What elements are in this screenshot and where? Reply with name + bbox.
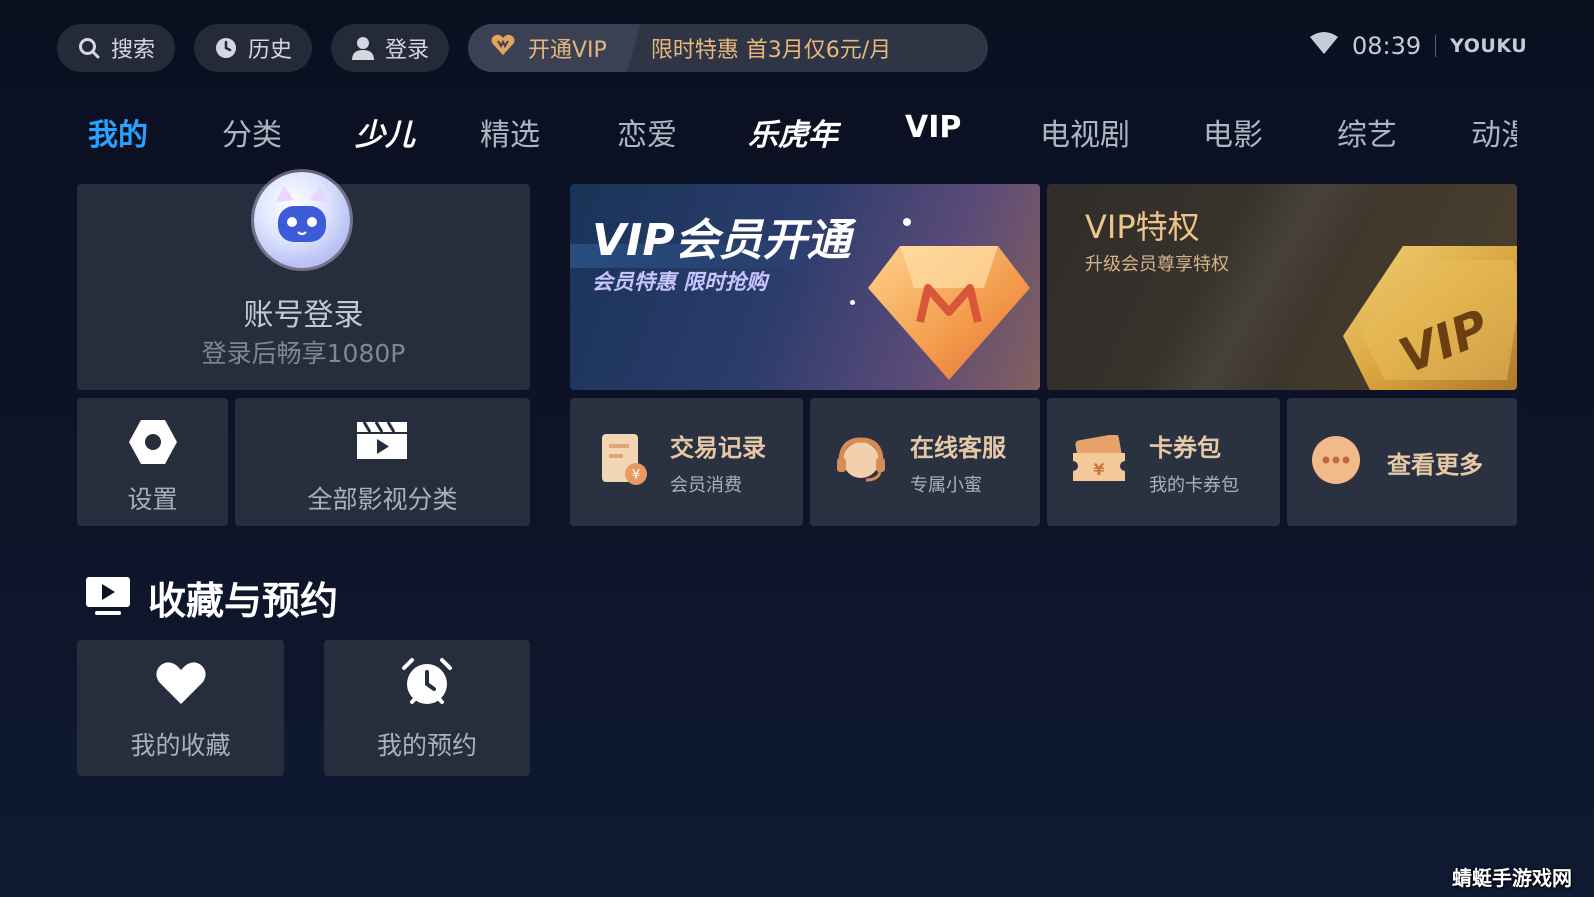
vip-open-title: VIP会员开通 bbox=[592, 215, 851, 266]
search-label: 搜索 bbox=[110, 38, 155, 63]
coupon-wallet-card[interactable]: ¥ 卡券包 我的卡券包 bbox=[1047, 398, 1280, 526]
heart-icon bbox=[155, 660, 207, 710]
history-button[interactable]: 历史 bbox=[194, 24, 312, 72]
all-categories-label: 全部影视分类 bbox=[307, 485, 458, 514]
tab-tv-series[interactable]: 电视剧 bbox=[1040, 110, 1130, 154]
view-more-card[interactable]: 查看更多 bbox=[1287, 398, 1517, 526]
login-label: 登录 bbox=[384, 38, 429, 63]
tab-vip[interactable]: VIP bbox=[905, 110, 961, 145]
brand-logo: YOUKU bbox=[1450, 35, 1528, 57]
settings-label: 设置 bbox=[127, 485, 178, 514]
vip-privilege-banner[interactable]: VIP特权 升级会员尊享特权 VIP bbox=[1047, 184, 1517, 390]
my-reservation-card[interactable]: 我的预约 bbox=[324, 640, 530, 776]
user-icon bbox=[351, 36, 375, 60]
transaction-title: 交易记录 bbox=[670, 433, 766, 462]
online-support-card[interactable]: 在线客服 专属小蜜 bbox=[810, 398, 1040, 526]
support-subtitle: 专属小蜜 bbox=[910, 474, 982, 496]
tab-kids[interactable]: 少儿 bbox=[355, 110, 415, 154]
avatar bbox=[254, 172, 350, 268]
watermark: 蜻蜓手游戏网 bbox=[1452, 866, 1572, 890]
coupon-title: 卡券包 bbox=[1149, 433, 1221, 462]
vip-open-subtitle: 会员特惠 限时抢购 bbox=[592, 270, 768, 294]
tab-featured[interactable]: 精选 bbox=[480, 110, 540, 154]
nav-clip: 综艺 动漫 bbox=[1337, 100, 1517, 150]
login-button[interactable]: 登录 bbox=[331, 24, 449, 72]
vip-promo-text: 限时特惠 首3月仅6元/月 bbox=[650, 38, 892, 63]
coupon-icon: ¥ bbox=[1071, 434, 1127, 489]
settings-icon bbox=[127, 418, 179, 470]
diamond-m-icon bbox=[866, 242, 1032, 386]
svg-text:¥: ¥ bbox=[1093, 460, 1104, 479]
vip-open-banner[interactable]: VIP会员开通 会员特惠 限时抢购 bbox=[570, 184, 1040, 390]
divider bbox=[1435, 35, 1437, 57]
clock-time: 08:39 bbox=[1352, 32, 1422, 60]
my-collection-card[interactable]: 我的收藏 bbox=[77, 640, 284, 776]
transaction-records-card[interactable]: ¥ 交易记录 会员消费 bbox=[570, 398, 803, 526]
status-area: 08:39 YOUKU bbox=[1310, 32, 1527, 60]
clock-icon bbox=[214, 36, 238, 60]
account-subtitle: 登录后畅享1080P bbox=[201, 339, 406, 368]
tv-icon bbox=[85, 575, 131, 621]
my-reservation-label: 我的预约 bbox=[376, 731, 477, 760]
tab-variety[interactable]: 综艺 bbox=[1337, 110, 1397, 150]
vip-promo-button[interactable]: 开通VIP 限时特惠 首3月仅6元/月 bbox=[468, 24, 988, 72]
account-title: 账号登录 bbox=[243, 298, 364, 333]
search-button[interactable]: 搜索 bbox=[57, 24, 175, 72]
receipt-icon: ¥ bbox=[600, 432, 648, 492]
tab-category[interactable]: 分类 bbox=[222, 110, 282, 154]
tab-romance[interactable]: 恋爱 bbox=[617, 110, 677, 154]
wifi-icon bbox=[1310, 32, 1338, 60]
support-title: 在线客服 bbox=[910, 433, 1006, 462]
account-login-card[interactable]: 账号登录 登录后畅享1080P bbox=[77, 172, 530, 390]
alarm-clock-icon bbox=[400, 656, 454, 712]
my-collection-label: 我的收藏 bbox=[130, 731, 231, 760]
settings-card[interactable]: 设置 bbox=[77, 398, 228, 526]
svg-text:¥: ¥ bbox=[632, 468, 640, 483]
headset-icon bbox=[834, 434, 888, 490]
tab-mine[interactable]: 我的 bbox=[88, 110, 148, 154]
vip-privilege-subtitle: 升级会员尊享特权 bbox=[1085, 254, 1229, 275]
sparkle bbox=[850, 300, 855, 305]
history-label: 历史 bbox=[247, 38, 292, 63]
tab-movies[interactable]: 电影 bbox=[1203, 110, 1263, 154]
section-title-favorites: 收藏与预约 bbox=[148, 579, 339, 623]
tab-anime[interactable]: 动漫 bbox=[1471, 110, 1517, 150]
coupon-subtitle: 我的卡券包 bbox=[1149, 474, 1239, 496]
sparkle bbox=[903, 218, 911, 226]
tab-tiger-year[interactable]: 乐虎年 bbox=[748, 110, 838, 154]
transaction-subtitle: 会员消费 bbox=[670, 474, 742, 496]
vip-heart-icon bbox=[490, 33, 516, 63]
more-icon bbox=[1311, 435, 1361, 489]
view-more-label: 查看更多 bbox=[1387, 450, 1483, 479]
vip-button-label: 开通VIP bbox=[528, 38, 607, 63]
search-icon bbox=[77, 36, 101, 60]
vip-privilege-title: VIP特权 bbox=[1085, 208, 1200, 246]
clapperboard-icon bbox=[356, 418, 408, 464]
all-categories-card[interactable]: 全部影视分类 bbox=[235, 398, 530, 526]
